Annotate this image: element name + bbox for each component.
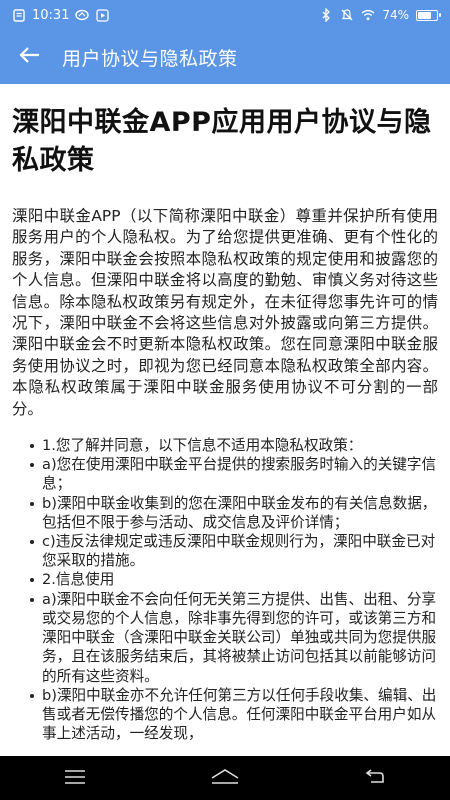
home-button[interactable]	[195, 756, 255, 800]
document-title: 溧阳中联金APP应用用户协议与隐私政策	[12, 107, 432, 176]
policy-list: 1.您了解并同意，以下信息不适用本隐私权政策： a)您在使用溧阳中联金平台提供的…	[12, 436, 438, 743]
list-item: a)您在使用溧阳中联金平台提供的搜索服务时输入的关键字信息；	[30, 455, 438, 493]
list-item: c)违反法律规定或违反溧阳中联金规则行为，溧阳中联金已对您采取的措施。	[30, 532, 438, 570]
intro-paragraph: 溧阳中联金APP（以下简称溧阳中联金）尊重并保护所有使用服务用户的个人隐私权。为…	[12, 207, 438, 418]
status-bar: 10:31 74%	[0, 0, 450, 30]
cloud-icon	[75, 8, 90, 22]
status-right: 74%	[319, 8, 441, 22]
list-item: a)溧阳中联金不会向任何无关第三方提供、出售、出租、分享或交易您的个人信息，除非…	[30, 590, 438, 686]
back-nav-button[interactable]	[345, 756, 405, 800]
play-icon	[95, 8, 109, 22]
back-button[interactable]	[0, 30, 60, 84]
bluetooth-icon	[319, 8, 333, 22]
page-title: 用户协议与隐私政策	[62, 47, 238, 70]
list-item: b)溧阳中联金亦不允许任何第三方以任何手段收集、编辑、出售或者无偿传播您的个人信…	[30, 686, 438, 744]
battery-percent: 74%	[382, 8, 409, 22]
list-item: b)溧阳中联金收集到的您在溧阳中联金发布的有关信息数据，包括但不限于参与活动、成…	[30, 494, 438, 532]
battery-fill	[418, 11, 432, 19]
app-bar: 用户协议与隐私政策	[0, 30, 450, 84]
menu-icon	[65, 769, 85, 788]
policy-content[interactable]: 溧阳中联金APP应用用户协议与隐私政策 溧阳中联金APP（以下简称溧阳中联金）尊…	[0, 84, 450, 756]
back-icon	[365, 768, 385, 788]
wifi-icon	[361, 8, 375, 22]
list-item: 2.信息使用	[30, 570, 438, 589]
navigation-bar	[0, 756, 450, 800]
status-left: 10:31	[12, 8, 109, 23]
mute-icon	[340, 8, 354, 22]
home-icon	[210, 768, 240, 788]
arrow-left-icon	[19, 46, 41, 68]
list-item: 1.您了解并同意，以下信息不适用本隐私权政策：	[30, 436, 438, 455]
menu-button[interactable]	[45, 756, 105, 800]
document-icon	[12, 8, 26, 22]
status-time: 10:31	[32, 7, 70, 23]
battery-icon	[416, 9, 441, 21]
